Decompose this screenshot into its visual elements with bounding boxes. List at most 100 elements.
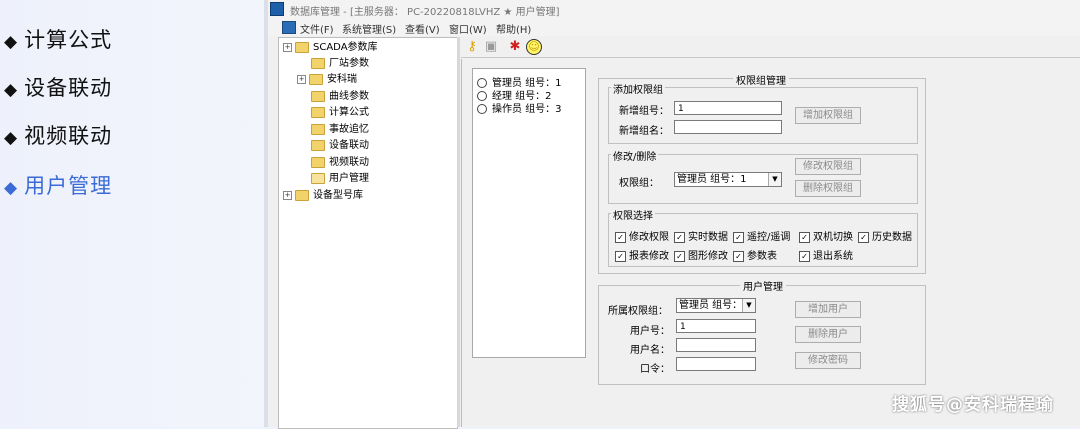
menu-help[interactable]: 帮助(H) [496,21,531,36]
new-name-input[interactable] [674,120,782,134]
group-list[interactable]: 管理员 组号：1 经理 组号：2 操作员 组号：3 [472,68,586,358]
key-icon[interactable]: ⚷ [464,39,480,55]
perm-checkbox-report[interactable]: ✓ 报表修改 [615,247,669,262]
user-name-label: 用户名： [630,345,670,356]
perm-label: 遥控/遥调 [747,232,791,243]
tree-node-label: 厂站参数 [329,58,369,69]
slide-item-device-link: ◆ 设备联动 [4,72,112,102]
tree-node-station[interactable]: 厂站参数 [311,56,369,72]
folder-icon [311,156,325,168]
diamond-icon: ◆ [4,32,19,52]
doc-icon [282,21,296,34]
smiley-icon[interactable]: ☺ [526,39,542,55]
tree-view[interactable]: + SCADA参数库 厂站参数 + 安科瑞 曲线参数 计算公式 事故追忆 设备联动 … [278,37,458,429]
diamond-icon: ◆ [4,128,19,148]
app-window: 数据库管理 - [主服务器： PC-20220818LVHZ ★ 用户管理] 文… [268,0,1080,429]
folder-open-icon [311,172,325,184]
delete-group-button[interactable]: 删除权限组 [795,180,861,197]
watermark: 搜狐号@安科瑞程瑜 [892,395,1054,415]
new-id-input[interactable]: 1 [674,101,782,115]
perm-label: 双机切换 [813,232,853,243]
modify-group-button[interactable]: 修改权限组 [795,158,861,175]
tree-node-video-link[interactable]: 视频联动 [311,155,369,171]
chevron-down-icon[interactable]: ▼ [742,299,755,312]
perm-label: 修改权限 [629,232,669,243]
slide-item-label: 设备联动 [24,76,113,100]
tree-node-label: 曲线参数 [329,91,369,102]
change-password-button[interactable]: 修改密码 [795,352,861,369]
group-select[interactable]: 管理员 组号：1 ▼ [674,172,782,187]
toolbar: ⚷ ▣ ✱ ☺ [461,37,1080,58]
menu-view[interactable]: 查看(V) [405,21,440,36]
checkbox-checked-icon[interactable]: ✓ [858,231,869,243]
tree-node-label: 安科瑞 [327,74,357,85]
checkbox-checked-icon[interactable]: ✓ [733,250,744,262]
folder-icon [295,189,309,201]
window-title: 数据库管理 - [主服务器： PC-20220818LVHZ ★ 用户管理] [290,7,560,18]
tree-node-label: 用户管理 [329,173,369,184]
tree-node-user-mgmt[interactable]: 用户管理 [311,171,369,187]
diamond-icon: ◆ [4,178,19,198]
run-icon[interactable]: ✱ [507,39,523,55]
tree-node-device-models[interactable]: + 设备型号库 [283,188,363,204]
user-name-input[interactable] [676,338,756,352]
splitter[interactable] [457,37,460,427]
perm-checkbox-params[interactable]: ✓ 参数表 [733,247,777,262]
folder-icon [311,123,325,135]
menu-window[interactable]: 窗口(W) [449,21,487,36]
perm-checkbox-realtime[interactable]: ✓ 实时数据 [674,228,728,243]
perm-select-legend: 权限选择 [611,207,655,222]
group-select-label: 权限组： [619,178,659,189]
perm-label: 参数表 [747,251,777,262]
tree-node-accident[interactable]: 事故追忆 [311,122,369,138]
perm-checkbox-history[interactable]: ✓ 历史数据 [858,228,912,243]
tree-node-root[interactable]: + SCADA参数库 [283,40,378,56]
checkbox-checked-icon[interactable]: ✓ [799,231,810,243]
tree-node-label: 计算公式 [329,107,369,118]
edit-group-legend: 修改/删除 [611,148,659,163]
folder-icon [295,41,309,53]
tree-node-curve[interactable]: 曲线参数 [311,89,369,105]
perm-checkbox-remote[interactable]: ✓ 遥控/遥调 [733,228,790,243]
perm-checkbox-modify[interactable]: ✓ 修改权限 [615,228,669,243]
checkbox-checked-icon[interactable]: ✓ [674,250,685,262]
checkbox-checked-icon[interactable]: ✓ [799,250,810,262]
expand-icon[interactable]: + [283,190,292,200]
slide-panel: ◆ 计算公式 ◆ 设备联动 ◆ 视频联动 ◆ 用户管理 [0,0,268,427]
list-item[interactable]: 操作员 组号：3 [477,100,562,115]
user-group-select[interactable]: 管理员 组号： ▼ [676,298,756,313]
slide-item-label: 计算公式 [24,28,113,52]
menu-file[interactable]: 文件(F) [300,21,334,36]
delete-user-button[interactable]: 删除用户 [795,326,861,343]
tree-node-formula[interactable]: 计算公式 [311,105,369,121]
checkbox-checked-icon[interactable]: ✓ [674,231,685,243]
checkbox-checked-icon[interactable]: ✓ [615,250,626,262]
perm-checkbox-exit[interactable]: ✓ 退出系统 [799,247,853,262]
user-panel-title: 用户管理 [740,278,786,293]
expand-icon[interactable]: + [297,74,306,84]
tree-node-acrel[interactable]: + 安科瑞 [297,72,357,88]
checkbox-checked-icon[interactable]: ✓ [733,231,744,243]
user-id-input[interactable]: 1 [676,319,756,333]
add-group-button[interactable]: 增加权限组 [795,107,861,124]
folder-icon [309,73,323,85]
perm-label: 报表修改 [629,251,669,262]
slide-item-user-mgmt: ◆ 用户管理 [4,170,112,200]
group-select-value: 管理员 组号：1 [677,174,747,185]
tree-node-label: 设备联动 [329,140,369,151]
checkbox-checked-icon[interactable]: ✓ [615,231,626,243]
tree-node-label: SCADA参数库 [313,42,378,53]
new-name-label: 新增组名： [619,126,669,137]
tree-node-device-link[interactable]: 设备联动 [311,138,369,154]
lock-icon[interactable]: ▣ [483,39,499,55]
expand-icon[interactable]: + [283,42,292,52]
password-input[interactable] [676,357,756,371]
menu-system[interactable]: 系统管理(S) [342,21,396,36]
folder-icon [311,90,325,102]
chevron-down-icon[interactable]: ▼ [768,173,781,186]
add-user-button[interactable]: 增加用户 [795,301,861,318]
user-id-label: 用户号： [630,326,670,337]
password-label: 口令： [640,364,670,375]
perm-checkbox-switch[interactable]: ✓ 双机切换 [799,228,853,243]
perm-checkbox-graphic[interactable]: ✓ 图形修改 [674,247,728,262]
